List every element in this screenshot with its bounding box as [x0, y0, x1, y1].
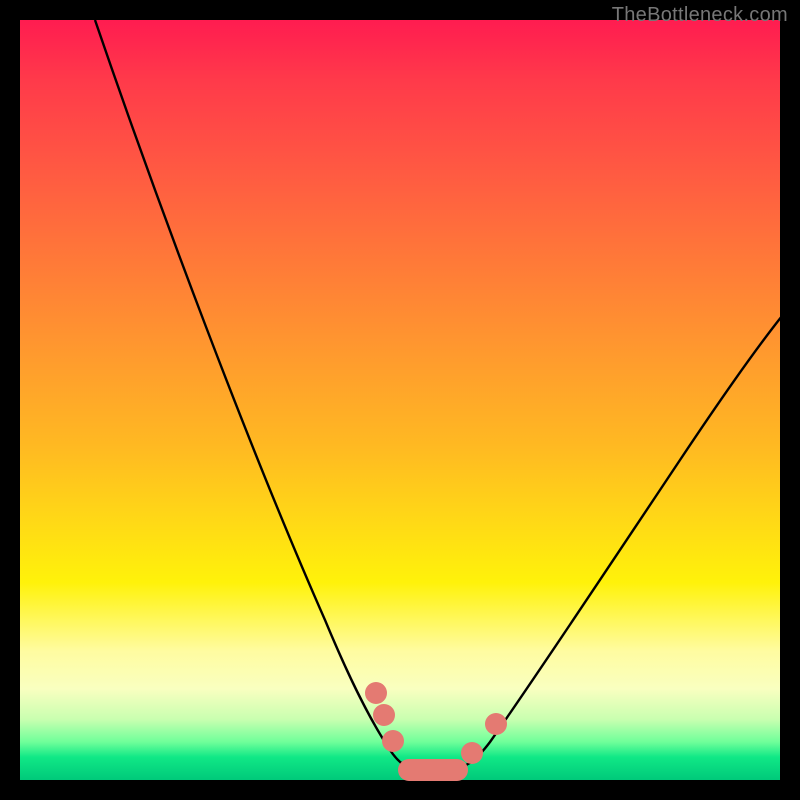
- marker-right-shoulder-1: [461, 742, 483, 764]
- marker-flat-capsule: [398, 759, 468, 781]
- chart-svg-layer: [20, 20, 780, 780]
- watermark-text: TheBottleneck.com: [612, 4, 788, 27]
- chart-frame: TheBottleneck.com: [0, 0, 800, 800]
- marker-left-shoulder-2: [373, 704, 395, 726]
- marker-left-shoulder-3: [382, 730, 404, 752]
- marker-right-shoulder-2: [485, 713, 507, 735]
- bottleneck-curve: [95, 20, 782, 770]
- marker-left-shoulder-1: [365, 682, 387, 704]
